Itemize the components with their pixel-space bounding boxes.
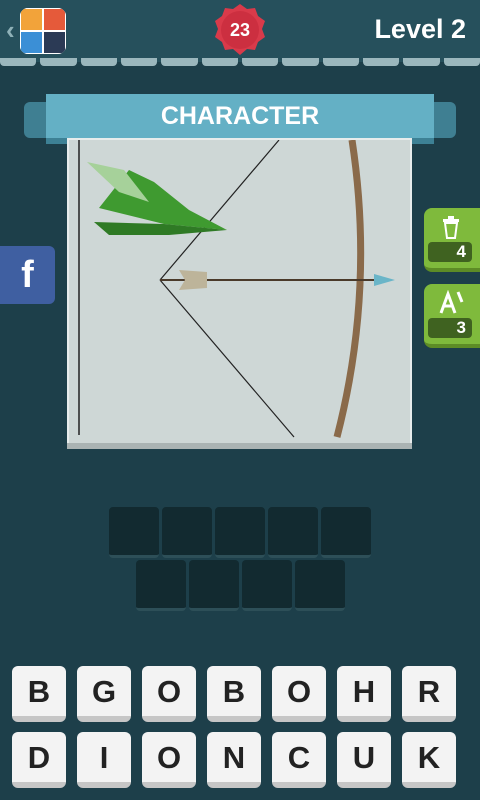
letter-key[interactable]: N <box>207 732 261 788</box>
feathered-hat-icon <box>87 162 227 235</box>
letter-key[interactable]: O <box>142 732 196 788</box>
letter-key[interactable]: O <box>272 666 326 722</box>
facebook-share-button[interactable]: f <box>0 246 55 304</box>
answer-slot[interactable] <box>135 560 186 611</box>
answer-slot[interactable] <box>321 507 371 558</box>
reveal-letter-hint-button[interactable]: 3 <box>424 284 480 348</box>
remove-letters-count: 4 <box>428 242 472 262</box>
letter-key[interactable]: O <box>142 666 196 722</box>
answer-row-2 <box>0 560 480 611</box>
letter-key[interactable]: B <box>207 666 261 722</box>
letter-key[interactable]: I <box>77 732 131 788</box>
letter-row-1: B G O B O H R <box>12 666 468 722</box>
top-bar-scallops <box>0 58 480 70</box>
answer-row-1 <box>0 507 480 558</box>
picture-frame-shadow <box>67 443 412 449</box>
letter-key[interactable]: K <box>402 732 456 788</box>
answer-slot[interactable] <box>294 560 345 611</box>
puzzle-image <box>67 138 412 449</box>
letter-key[interactable]: H <box>337 666 391 722</box>
app-icon[interactable] <box>20 8 66 54</box>
reveal-letter-icon <box>438 289 464 316</box>
answer-slot[interactable] <box>109 507 159 558</box>
reveal-letter-count: 3 <box>428 318 472 338</box>
answer-slot[interactable] <box>215 507 265 558</box>
letter-row-2: D I O N C U K <box>12 732 468 788</box>
answer-slot[interactable] <box>188 560 239 611</box>
category-banner: CHARACTER <box>24 94 456 144</box>
letter-key[interactable]: R <box>402 666 456 722</box>
letter-key[interactable]: D <box>12 732 66 788</box>
coin-count: 23 <box>229 20 251 40</box>
bow-and-arrow-icon <box>78 139 395 438</box>
remove-letters-hint-button[interactable]: 4 <box>424 208 480 272</box>
trash-can-icon <box>438 214 464 240</box>
letter-key[interactable]: B <box>12 666 66 722</box>
answer-slot[interactable] <box>162 507 212 558</box>
letter-key[interactable]: C <box>272 732 326 788</box>
letter-key[interactable]: G <box>77 666 131 722</box>
category-label: CHARACTER <box>46 94 434 144</box>
level-label: Level 2 <box>374 14 466 44</box>
letter-key[interactable]: U <box>337 732 391 788</box>
answer-slot[interactable] <box>241 560 292 611</box>
back-chevron-icon[interactable]: ‹ <box>6 16 18 44</box>
answer-slot[interactable] <box>268 507 318 558</box>
